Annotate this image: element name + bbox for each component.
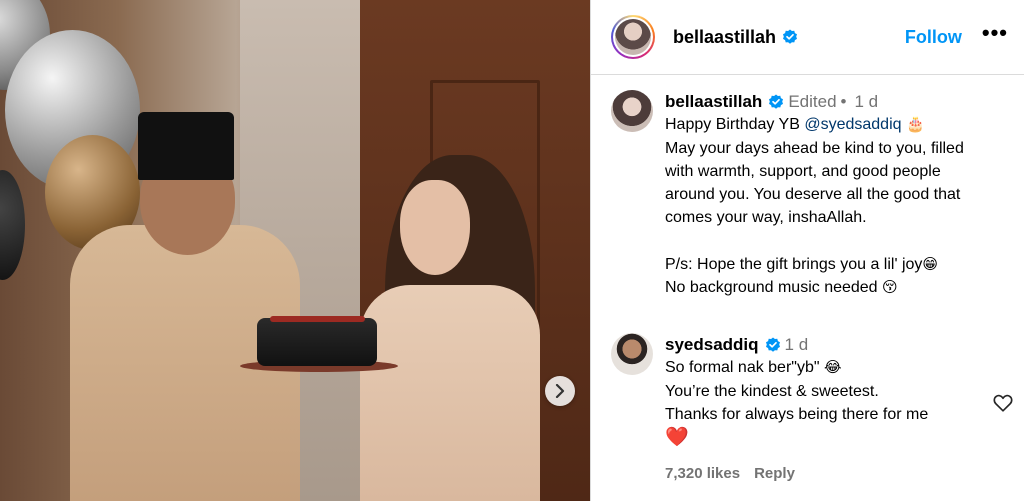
post-photo[interactable]	[0, 0, 590, 501]
caption-username[interactable]: bellaastillah	[665, 90, 762, 113]
avatar[interactable]	[611, 333, 653, 375]
photo-woman-body	[360, 285, 540, 501]
red-heart-emoji: ❤️	[665, 427, 689, 449]
header-username[interactable]: bellaastillah	[673, 27, 776, 48]
avatar-image	[615, 19, 651, 55]
caption-line: May your days ahead be kind to you, fill…	[665, 139, 964, 157]
chevron-right-icon	[555, 384, 565, 398]
comment-line: So formal nak ber"yb"	[665, 359, 824, 377]
edited-label: Edited	[788, 92, 837, 111]
photo-songkok	[138, 112, 234, 180]
comment-line: Thanks for always being there for me	[665, 405, 929, 423]
comment-timestamp[interactable]: 1 d	[785, 333, 809, 356]
caption-line: No background music needed	[665, 279, 883, 297]
caption-line: around you. You deserve all the good tha…	[665, 186, 961, 204]
laughing-emoji: 😂	[823, 358, 842, 377]
kiss-emoji: 😚	[882, 278, 898, 297]
separator-dot: •	[840, 92, 847, 111]
avatar[interactable]	[611, 15, 655, 59]
caption-line: with warmth, support, and good people	[665, 162, 941, 180]
balloon	[0, 170, 25, 280]
likes-count[interactable]: 7,320 likes	[665, 462, 740, 485]
caption-line: comes your way, inshaAllah.	[665, 209, 867, 227]
comment-username[interactable]: syedsaddiq	[665, 333, 759, 356]
caption: bellaastillah Edited • 1 d Happy Birthda…	[611, 90, 1014, 299]
birthday-cake-emoji: 🎂	[905, 115, 925, 134]
verified-badge-icon	[765, 337, 780, 352]
reply-button[interactable]: Reply	[754, 462, 795, 485]
caption-text: bellaastillah Edited • 1 d Happy Birthda…	[665, 90, 964, 299]
comment-line: You’re the kindest & sweetest.	[665, 382, 879, 400]
verified-badge-icon	[783, 29, 798, 44]
mention-link[interactable]: @syedsaddiq	[804, 116, 901, 133]
follow-button[interactable]: Follow	[905, 27, 962, 48]
photo-woman-face	[400, 180, 470, 275]
more-options-icon[interactable]: •••	[982, 22, 1008, 52]
post-header: bellaastillah Follow •••	[591, 0, 1024, 75]
avatar[interactable]	[611, 90, 653, 132]
caption-timestamp[interactable]: 1 d	[854, 90, 878, 113]
verified-badge-icon	[769, 94, 784, 109]
caption-line: P/s: Hope the gift brings you a lil' joy	[665, 255, 923, 273]
comment: syedsaddiq 1 d So formal nak ber"yb" 😂 Y…	[611, 333, 1014, 486]
photo-cake	[257, 318, 377, 366]
photo-cake-top	[270, 316, 365, 322]
comment-text: syedsaddiq 1 d So formal nak ber"yb" 😂 Y…	[665, 333, 928, 486]
grin-emoji: 😁	[922, 254, 939, 273]
carousel-next-button[interactable]	[545, 376, 575, 406]
heart-outline-icon[interactable]	[992, 392, 1014, 414]
post-side-panel: bellaastillah Follow ••• bellaastillah E…	[590, 0, 1024, 501]
comment-actions: 7,320 likes Reply	[665, 462, 928, 485]
caption-line: Happy Birthday YB	[665, 116, 805, 134]
